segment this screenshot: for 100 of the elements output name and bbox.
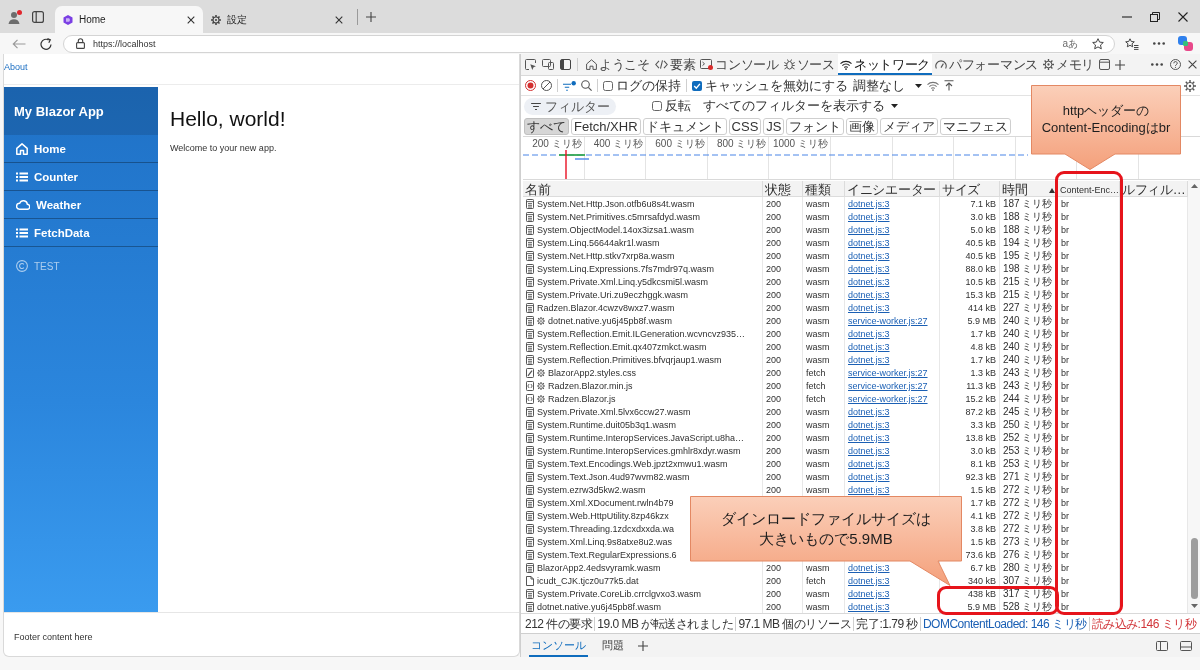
- panel-icon[interactable]: [1180, 640, 1192, 651]
- close-icon[interactable]: [1178, 11, 1188, 22]
- type-filter-button[interactable]: マニフェス: [940, 117, 1012, 135]
- initiator-link[interactable]: service-worker.js:27: [848, 316, 928, 326]
- initiator-link[interactable]: dotnet.js:3: [848, 563, 890, 573]
- initiator-link[interactable]: dotnet.js:3: [848, 290, 890, 300]
- initiator-link[interactable]: dotnet.js:3: [848, 199, 890, 209]
- initiator-link[interactable]: dotnet.js:3: [848, 212, 890, 222]
- initiator-link[interactable]: dotnet.js:3: [848, 446, 890, 456]
- browser-tab[interactable]: Home: [55, 6, 203, 33]
- type-filter-button[interactable]: フォント: [786, 117, 845, 135]
- dock-icon[interactable]: [1156, 640, 1168, 651]
- help-icon[interactable]: [1170, 59, 1181, 70]
- favorites-icon[interactable]: [1125, 37, 1139, 50]
- nav-link[interactable]: Weather: [4, 191, 158, 219]
- more-icon[interactable]: [1153, 42, 1165, 45]
- plus-icon[interactable]: [1115, 59, 1126, 70]
- initiator-link[interactable]: dotnet.js:3: [848, 407, 890, 417]
- initiator-link[interactable]: dotnet.js:3: [848, 251, 890, 261]
- restore-icon[interactable]: [1150, 11, 1160, 22]
- plus-icon[interactable]: [366, 11, 376, 22]
- type-filter-button[interactable]: CSS: [728, 117, 762, 135]
- drawer-tab[interactable]: 問題: [600, 634, 626, 657]
- upload-icon[interactable]: [944, 80, 954, 91]
- filter-icon[interactable]: [563, 80, 576, 91]
- panel-icon[interactable]: [560, 59, 571, 70]
- star-icon[interactable]: [1092, 37, 1104, 50]
- devtools-tab[interactable]: コンソール: [698, 54, 781, 75]
- column-header[interactable]: イニシエーター: [845, 181, 940, 199]
- devtools-tab[interactable]: ようこそ: [584, 54, 652, 75]
- initiator-link[interactable]: dotnet.js:3: [848, 264, 890, 274]
- nav-link[interactable]: Counter: [4, 163, 158, 191]
- inspect-icon[interactable]: [525, 59, 536, 70]
- profile-icon[interactable]: [8, 9, 22, 24]
- browser-tab[interactable]: 設定: [203, 6, 351, 33]
- throttling-dropdown[interactable]: 調整なし: [853, 76, 922, 95]
- about-link[interactable]: About: [4, 62, 28, 72]
- address-field[interactable]: https://localhost aあ: [63, 34, 1115, 53]
- devtools-tab[interactable]: ネットワーク: [837, 54, 933, 75]
- type-filter-button[interactable]: ドキュメント: [642, 117, 727, 135]
- window-icon[interactable]: [1099, 59, 1111, 70]
- initiator-link[interactable]: service-worker.js:27: [848, 368, 928, 378]
- devtools-tab[interactable]: メモリ: [1040, 54, 1097, 75]
- initiator-link[interactable]: dotnet.js:3: [848, 433, 890, 443]
- initiator-link[interactable]: dotnet.js:3: [848, 485, 890, 495]
- initiator-link[interactable]: dotnet.js:3: [848, 420, 890, 430]
- initiator-link[interactable]: dotnet.js:3: [848, 303, 890, 313]
- close-icon[interactable]: [187, 15, 195, 24]
- devtools-tab[interactable]: ソース: [781, 54, 837, 75]
- filter-field[interactable]: フィルター: [524, 97, 616, 115]
- column-header[interactable]: Content-Enc…: [1058, 181, 1120, 199]
- clear-icon[interactable]: [541, 80, 552, 91]
- initiator-link[interactable]: service-worker.js:27: [848, 394, 928, 404]
- column-header[interactable]: 時間: [1000, 181, 1058, 199]
- column-header[interactable]: 名前: [523, 181, 763, 199]
- initiator-link[interactable]: dotnet.js:3: [848, 472, 890, 482]
- close-icon[interactable]: [335, 15, 343, 24]
- panel-icon[interactable]: [32, 10, 44, 23]
- logo-icon[interactable]: [1178, 36, 1193, 51]
- checkbox[interactable]: [603, 80, 613, 91]
- devtools-tab[interactable]: パフォーマンス: [933, 54, 1040, 75]
- refresh-icon[interactable]: [40, 37, 52, 50]
- device-icon[interactable]: [542, 59, 554, 70]
- type-filter-button[interactable]: すべて: [524, 117, 569, 135]
- minimize-icon[interactable]: [1122, 15, 1132, 18]
- initiator-link[interactable]: dotnet.js:3: [848, 576, 890, 586]
- app-title[interactable]: My Blazor App: [14, 103, 104, 119]
- translate-button[interactable]: aあ: [1062, 36, 1078, 51]
- arrow-down-icon[interactable]: [1190, 604, 1198, 608]
- type-filter-button[interactable]: JS: [763, 117, 785, 135]
- scrollbar[interactable]: [1188, 180, 1200, 613]
- column-header[interactable]: 状態: [763, 181, 803, 199]
- type-filter-button[interactable]: メディア: [880, 117, 939, 135]
- column-header[interactable]: サイズ: [940, 181, 1000, 199]
- more-icon[interactable]: [1151, 63, 1163, 66]
- drawer-tab[interactable]: コンソール: [529, 634, 588, 657]
- initiator-link[interactable]: dotnet.js:3: [848, 602, 890, 612]
- initiator-link[interactable]: dotnet.js:3: [848, 225, 890, 235]
- filters-dropdown[interactable]: すべてのフィルターを表示する: [703, 97, 898, 115]
- wifi-icon[interactable]: [927, 80, 939, 91]
- plus-icon[interactable]: [638, 640, 648, 651]
- column-header[interactable]: 種類: [803, 181, 845, 199]
- initiator-link[interactable]: service-worker.js:27: [848, 381, 928, 391]
- initiator-link[interactable]: dotnet.js:3: [848, 238, 890, 248]
- search-icon[interactable]: [581, 80, 592, 91]
- initiator-link[interactable]: dotnet.js:3: [848, 355, 890, 365]
- nav-link[interactable]: FetchData: [4, 219, 158, 247]
- checkbox[interactable]: [652, 101, 662, 111]
- initiator-link[interactable]: dotnet.js:3: [848, 277, 890, 287]
- type-filter-button[interactable]: Fetch/XHR: [571, 117, 641, 135]
- initiator-link[interactable]: dotnet.js:3: [848, 589, 890, 599]
- record-icon[interactable]: [525, 80, 536, 91]
- type-filter-button[interactable]: 画像: [846, 117, 879, 135]
- scrollbar-thumb[interactable]: [1190, 538, 1198, 599]
- arrow-up-icon[interactable]: [1190, 184, 1198, 188]
- devtools-tab[interactable]: 要素: [652, 54, 698, 75]
- nav-link[interactable]: Home: [4, 135, 158, 163]
- settings-icon[interactable]: [1184, 79, 1196, 92]
- checkbox[interactable]: [692, 80, 702, 91]
- initiator-link[interactable]: dotnet.js:3: [848, 329, 890, 339]
